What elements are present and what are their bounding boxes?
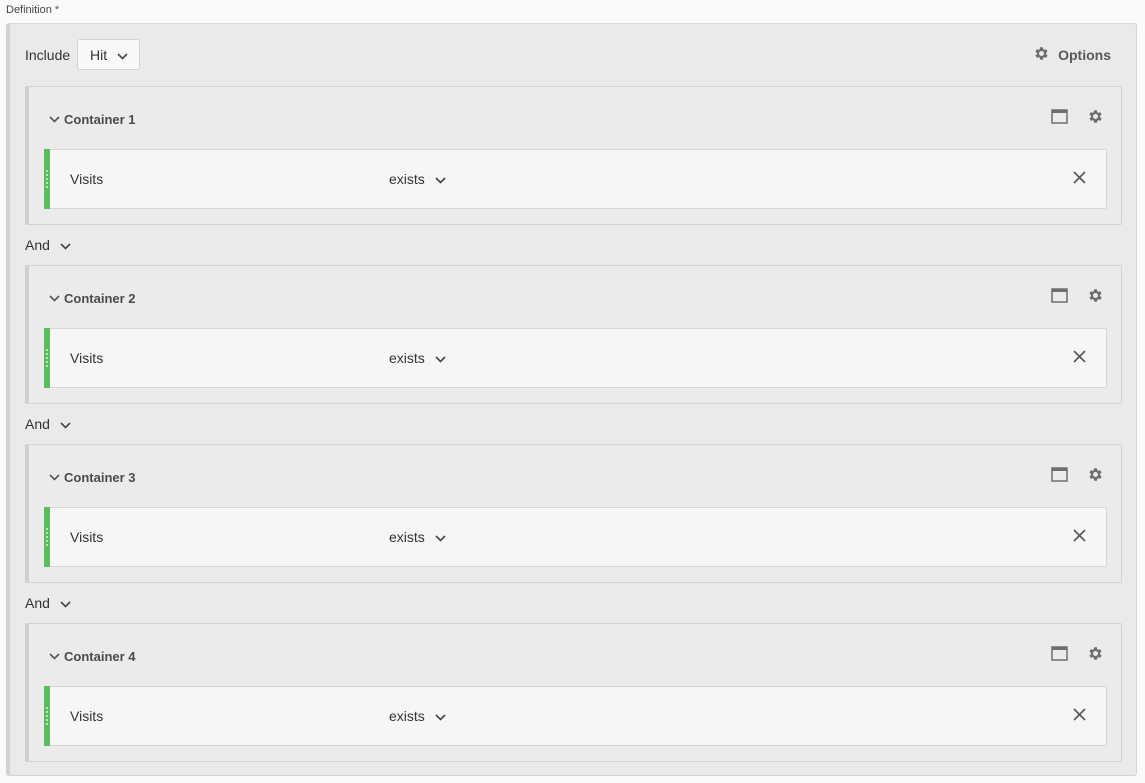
gear-icon[interactable] (1087, 645, 1104, 662)
required-marker: * (54, 4, 60, 16)
scope-dropdown[interactable]: Hit (77, 39, 140, 70)
operator-dropdown[interactable]: exists (389, 708, 446, 724)
drag-handle[interactable] (44, 686, 50, 746)
container-1: Container 1 Visits exists (25, 86, 1122, 225)
rule-row: Visits exists (44, 507, 1107, 567)
container-3: Container 3 Visits exists (25, 444, 1122, 583)
definition-header: Include Hit Options (10, 24, 1136, 86)
chevron-down-icon (60, 237, 71, 253)
logic-operator-label: And (25, 595, 50, 611)
drag-handle[interactable] (44, 507, 50, 567)
container-toggle[interactable]: Container 4 (49, 647, 136, 665)
include-label: Include (25, 47, 71, 63)
chevron-down-icon (117, 47, 128, 63)
container-title: Container 1 (64, 111, 136, 127)
container-title: Container 4 (64, 648, 136, 664)
chevron-down-icon (435, 529, 446, 545)
close-icon[interactable] (1073, 171, 1086, 184)
logic-operator-dropdown[interactable]: And (25, 416, 71, 432)
chevron-down-icon (49, 289, 60, 307)
container-4: Container 4 Visits exists (25, 623, 1122, 762)
window-icon[interactable] (1051, 109, 1068, 124)
window-icon[interactable] (1051, 646, 1068, 661)
logic-operator-label: And (25, 237, 50, 253)
container-2: Container 2 Visits exists (25, 265, 1122, 404)
rule-dimension[interactable]: Visits (70, 350, 103, 366)
rule-dimension[interactable]: Visits (70, 529, 103, 545)
chevron-down-icon (435, 350, 446, 366)
gear-icon[interactable] (1087, 466, 1104, 483)
scope-value: Hit (90, 46, 108, 63)
container-toggle[interactable]: Container 1 (49, 110, 136, 128)
operator-value: exists (389, 708, 425, 724)
drag-handle[interactable] (44, 328, 50, 388)
operator-dropdown[interactable]: exists (389, 529, 446, 545)
container-toggle[interactable]: Container 3 (49, 468, 136, 486)
drag-handle[interactable] (44, 149, 50, 209)
container-toggle[interactable]: Container 2 (49, 289, 136, 307)
rule-dimension[interactable]: Visits (70, 708, 103, 724)
operator-dropdown[interactable]: exists (389, 350, 446, 366)
rule-row: Visits exists (44, 328, 1107, 388)
close-icon[interactable] (1073, 350, 1086, 363)
close-icon[interactable] (1073, 529, 1086, 542)
chevron-down-icon (60, 595, 71, 611)
window-icon[interactable] (1051, 467, 1068, 482)
definition-title: Definition (6, 4, 52, 16)
operator-dropdown[interactable]: exists (389, 171, 446, 187)
window-icon[interactable] (1051, 288, 1068, 303)
definition-label: Definition * (6, 4, 59, 16)
chevron-down-icon (435, 708, 446, 724)
operator-value: exists (389, 350, 425, 366)
options-label: Options (1058, 47, 1111, 63)
operator-value: exists (389, 171, 425, 187)
container-title: Container 2 (64, 290, 136, 306)
rule-dimension[interactable]: Visits (70, 171, 103, 187)
chevron-down-icon (49, 647, 60, 665)
gear-icon[interactable] (1087, 108, 1104, 125)
chevron-down-icon (49, 110, 60, 128)
options-button[interactable]: Options (1033, 45, 1111, 65)
logic-operator-label: And (25, 416, 50, 432)
close-icon[interactable] (1073, 708, 1086, 721)
logic-operator-dropdown[interactable]: And (25, 237, 71, 253)
logic-operator-dropdown[interactable]: And (25, 595, 71, 611)
rule-row: Visits exists (44, 686, 1107, 746)
chevron-down-icon (60, 416, 71, 432)
operator-value: exists (389, 529, 425, 545)
container-title: Container 3 (64, 469, 136, 485)
gear-icon[interactable] (1087, 287, 1104, 304)
gear-icon (1033, 45, 1050, 65)
chevron-down-icon (435, 171, 446, 187)
rule-row: Visits exists (44, 149, 1107, 209)
definition-panel: Include Hit Options Container 1 Visits e… (6, 23, 1137, 776)
chevron-down-icon (49, 468, 60, 486)
